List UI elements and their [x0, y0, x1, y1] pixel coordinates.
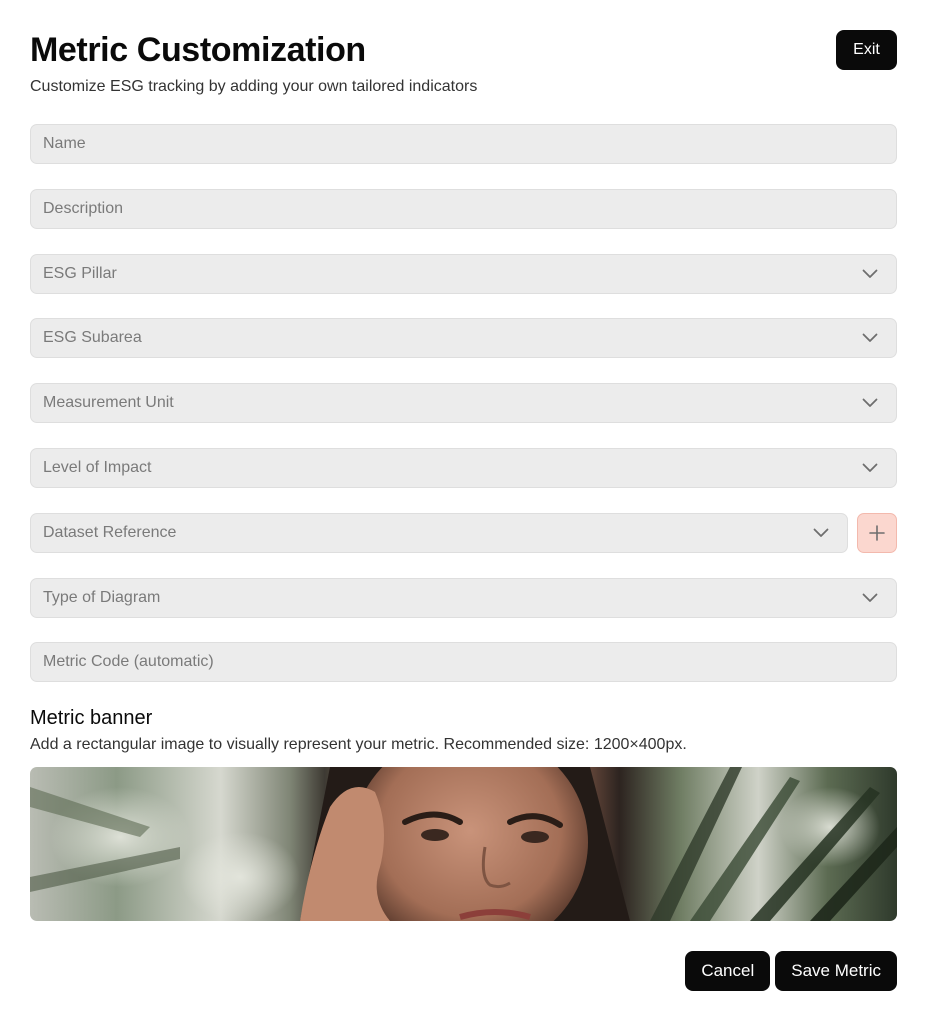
esg-pillar-select[interactable]: ESG Pillar: [30, 253, 897, 294]
metric-customization-page: Metric Customization Exit Customize ESG …: [0, 0, 927, 1021]
measurement-unit-select[interactable]: Measurement Unit: [30, 383, 897, 424]
chevron-down-icon: [862, 398, 878, 408]
description-input[interactable]: Description: [30, 188, 897, 229]
dataset-reference-placeholder: Dataset Reference: [43, 523, 177, 541]
metric-code-input[interactable]: Metric Code (automatic): [30, 642, 897, 683]
chevron-down-icon: [862, 269, 878, 278]
form-actions: Cancel Save Metric: [685, 951, 897, 991]
plus-icon: [869, 524, 885, 541]
chevron-down-icon: [862, 333, 878, 343]
chevron-down-icon: [862, 463, 878, 472]
esg-pillar-placeholder: ESG Pillar: [43, 264, 117, 282]
exit-button[interactable]: Exit: [836, 30, 897, 70]
chevron-down-icon: [862, 593, 878, 602]
metric-code-placeholder: Metric Code (automatic): [43, 653, 214, 671]
chevron-down-icon: [813, 528, 829, 537]
banner-section-description: Add a rectangular image to visually repr…: [30, 736, 687, 754]
name-input[interactable]: Name: [30, 124, 897, 164]
description-placeholder: Description: [43, 199, 124, 217]
type-of-diagram-select[interactable]: Type of Diagram: [30, 577, 897, 618]
page-header: Metric Customization Exit Customize ESG …: [30, 30, 897, 95]
esg-subarea-select[interactable]: ESG Subarea: [30, 318, 897, 359]
page-subtitle: Customize ESG tracking by adding your ow…: [30, 78, 478, 95]
name-placeholder: Name: [43, 135, 86, 152]
type-of-diagram-placeholder: Type of Diagram: [43, 588, 161, 606]
banner-photo: [30, 767, 897, 922]
cancel-button[interactable]: Cancel: [685, 951, 771, 991]
level-of-impact-placeholder: Level of Impact: [43, 458, 152, 476]
metric-banner-image[interactable]: [30, 767, 897, 922]
esg-subarea-placeholder: ESG Subarea: [43, 329, 142, 347]
save-metric-button[interactable]: Save Metric: [775, 951, 897, 991]
dataset-reference-select[interactable]: Dataset Reference: [30, 512, 848, 553]
measurement-unit-placeholder: Measurement Unit: [43, 394, 174, 412]
metric-form: Name Description ESG Pillar ESG Subarea …: [30, 124, 897, 683]
level-of-impact-select[interactable]: Level of Impact: [30, 447, 897, 488]
banner-section-title: Metric banner: [30, 707, 153, 730]
page-title: Metric Customization: [30, 31, 366, 69]
add-dataset-button[interactable]: [857, 512, 897, 553]
